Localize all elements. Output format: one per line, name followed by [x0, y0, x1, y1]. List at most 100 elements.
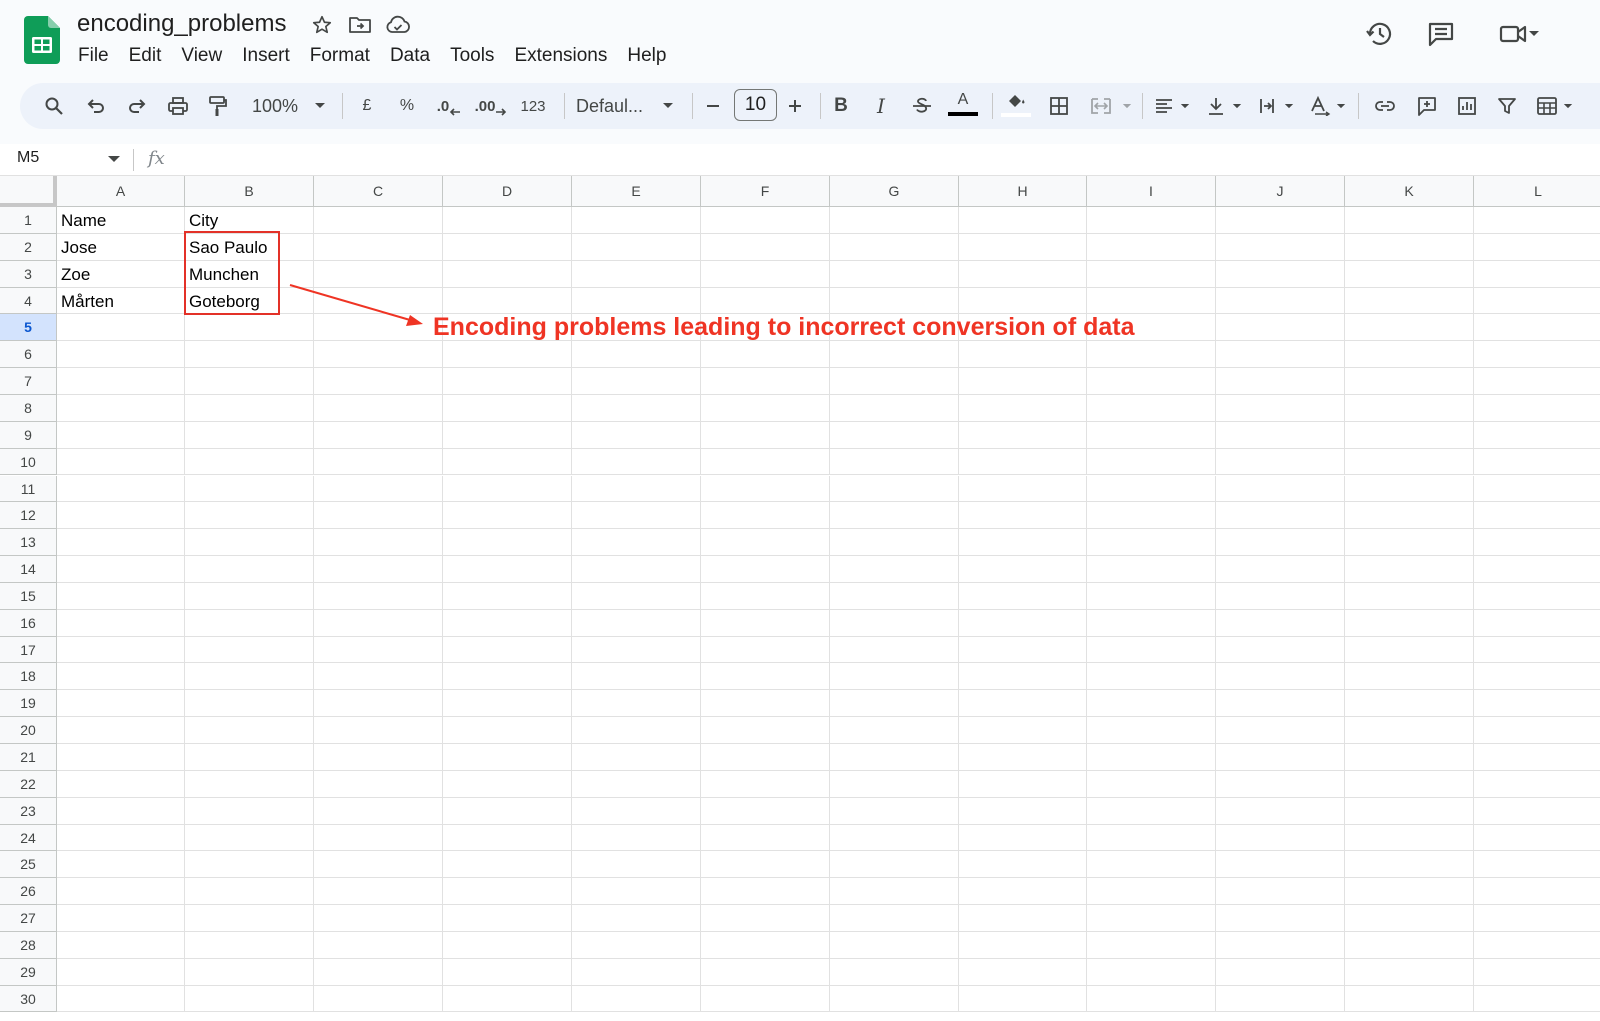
cell-L7[interactable] — [1474, 368, 1600, 395]
cell-H21[interactable] — [959, 744, 1087, 771]
cell-J17[interactable] — [1216, 636, 1345, 664]
column-header-D[interactable]: D — [443, 176, 572, 207]
cell-D17[interactable] — [443, 636, 572, 664]
cell-L25[interactable] — [1474, 851, 1600, 879]
cell-L10[interactable] — [1474, 449, 1600, 476]
cell-B16[interactable] — [185, 609, 314, 637]
undo-icon[interactable] — [82, 83, 110, 129]
cell-J7[interactable] — [1216, 368, 1345, 395]
cell-D15[interactable] — [443, 582, 572, 610]
column-header-L[interactable]: L — [1474, 176, 1600, 207]
cell-L14[interactable] — [1474, 556, 1600, 583]
cell-H10[interactable] — [959, 448, 1087, 476]
cell-L21[interactable] — [1474, 744, 1600, 771]
cell-I19[interactable] — [1087, 690, 1216, 718]
cell-I27[interactable] — [1087, 905, 1216, 932]
borders-icon[interactable] — [1046, 83, 1072, 129]
cell-F12[interactable] — [701, 502, 830, 530]
cell-G17[interactable] — [830, 636, 959, 664]
cloud-saved-icon[interactable] — [385, 12, 411, 38]
cell-J20[interactable] — [1216, 717, 1345, 744]
insert-comment-icon[interactable] — [1414, 83, 1440, 129]
increase-font-size-button[interactable] — [782, 83, 808, 129]
cell-J23[interactable] — [1216, 797, 1345, 825]
cell-B4[interactable]: Goteborg — [185, 287, 314, 315]
cell-H17[interactable] — [959, 636, 1087, 664]
cell-A15[interactable] — [57, 582, 185, 610]
cell-A29[interactable] — [57, 958, 185, 986]
cell-K26[interactable] — [1345, 878, 1474, 906]
document-title[interactable]: encoding_problems — [77, 10, 286, 38]
cell-D7[interactable] — [443, 368, 572, 395]
row-header-23[interactable]: 23 — [0, 797, 57, 825]
cell-D25[interactable] — [443, 851, 572, 879]
cell-D3[interactable] — [443, 260, 572, 288]
cell-I21[interactable] — [1087, 744, 1216, 771]
cell-C6[interactable] — [314, 341, 443, 369]
row-header-29[interactable]: 29 — [0, 958, 57, 986]
cell-A28[interactable] — [57, 931, 185, 959]
row-header-10[interactable]: 10 — [0, 448, 57, 476]
cell-L4[interactable] — [1474, 288, 1600, 315]
cell-C1[interactable] — [314, 207, 443, 234]
cell-D8[interactable] — [443, 394, 572, 422]
cell-G12[interactable] — [830, 502, 959, 530]
cell-C30[interactable] — [314, 985, 443, 1013]
cell-H26[interactable] — [959, 878, 1087, 906]
cell-I13[interactable] — [1087, 529, 1216, 557]
cell-I3[interactable] — [1087, 260, 1216, 288]
vertical-align-icon[interactable] — [1204, 83, 1228, 129]
cell-L13[interactable] — [1474, 529, 1600, 557]
cell-D26[interactable] — [443, 878, 572, 906]
cell-A23[interactable] — [57, 797, 185, 825]
cell-K3[interactable] — [1345, 260, 1474, 288]
cell-L16[interactable] — [1474, 610, 1600, 637]
cell-J2[interactable] — [1216, 233, 1345, 261]
cell-H18[interactable] — [959, 663, 1087, 691]
row-header-20[interactable]: 20 — [0, 717, 57, 744]
cell-L18[interactable] — [1474, 663, 1600, 691]
cell-F19[interactable] — [701, 690, 830, 718]
cell-F26[interactable] — [701, 878, 830, 906]
cell-B29[interactable] — [185, 958, 314, 986]
cell-B28[interactable] — [185, 931, 314, 959]
cell-L12[interactable] — [1474, 502, 1600, 530]
cell-F2[interactable] — [701, 233, 830, 261]
column-header-K[interactable]: K — [1345, 176, 1474, 207]
cell-E18[interactable] — [572, 663, 701, 691]
cell-B27[interactable] — [185, 905, 314, 932]
row-header-9[interactable]: 9 — [0, 421, 57, 449]
cell-G4[interactable] — [830, 287, 959, 315]
cell-L24[interactable] — [1474, 825, 1600, 852]
cell-H12[interactable] — [959, 502, 1087, 530]
cell-H1[interactable] — [959, 207, 1087, 234]
row-header-24[interactable]: 24 — [0, 824, 57, 852]
cell-G2[interactable] — [830, 233, 959, 261]
cell-G16[interactable] — [830, 609, 959, 637]
cell-G25[interactable] — [830, 851, 959, 879]
cell-C11[interactable] — [314, 475, 443, 503]
row-header-6[interactable]: 6 — [0, 341, 57, 369]
bold-button[interactable]: B — [828, 83, 854, 129]
cell-L9[interactable] — [1474, 422, 1600, 449]
cell-C16[interactable] — [314, 609, 443, 637]
cell-A25[interactable] — [57, 851, 185, 879]
table-chevron-down-icon[interactable] — [1562, 83, 1574, 129]
cell-I28[interactable] — [1087, 931, 1216, 959]
cell-I2[interactable] — [1087, 233, 1216, 261]
cell-A19[interactable] — [57, 690, 185, 718]
cell-A20[interactable] — [57, 717, 185, 744]
cell-C23[interactable] — [314, 797, 443, 825]
cell-K27[interactable] — [1345, 905, 1474, 932]
row-header-2[interactable]: 2 — [0, 233, 57, 261]
cell-C7[interactable] — [314, 368, 443, 395]
cell-K28[interactable] — [1345, 931, 1474, 959]
cell-B24[interactable] — [185, 824, 314, 852]
meet-dropdown-chevron-down-icon[interactable] — [1524, 16, 1544, 52]
cell-C24[interactable] — [314, 824, 443, 852]
cell-H22[interactable] — [959, 770, 1087, 798]
cell-I4[interactable] — [1087, 287, 1216, 315]
cell-B17[interactable] — [185, 636, 314, 664]
column-header-F[interactable]: F — [701, 176, 830, 207]
cell-D2[interactable] — [443, 233, 572, 261]
